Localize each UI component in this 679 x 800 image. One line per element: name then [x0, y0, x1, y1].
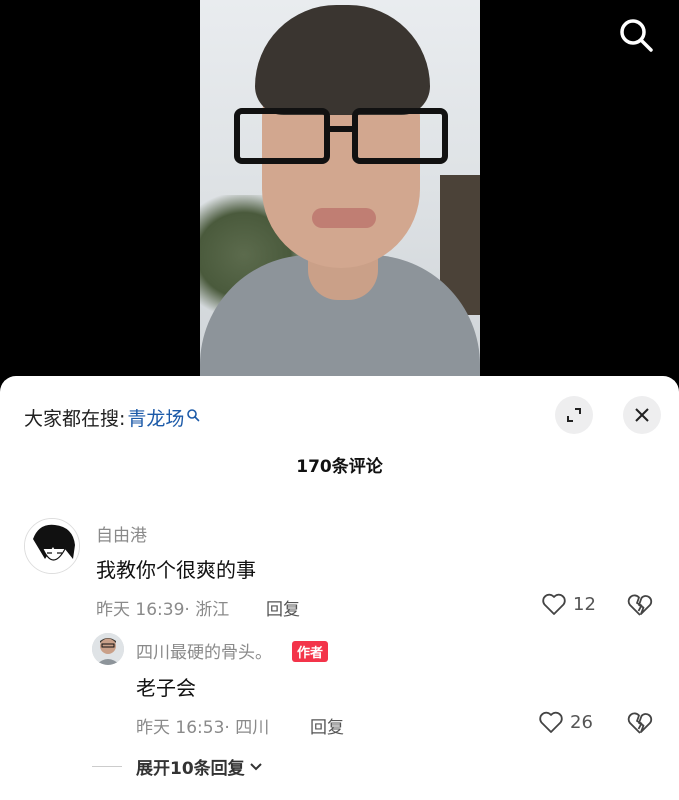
- search-suggestion-prefix: 大家都在搜:: [24, 408, 126, 430]
- comment-time: 昨天 16:39: [96, 600, 185, 620]
- reply-button[interactable]: 回复: [266, 595, 300, 620]
- search-suggestion[interactable]: 大家都在搜: 青龙场: [24, 404, 200, 431]
- chevron-down-icon: [249, 762, 262, 770]
- comment-meta: 昨天 16:39· 浙江: [96, 595, 229, 620]
- reply-reply-button[interactable]: 回复: [310, 713, 344, 738]
- reply-time: 昨天 16:53: [136, 718, 225, 738]
- comment-username[interactable]: 自由港: [96, 521, 147, 546]
- heart-outline-icon: [539, 711, 563, 733]
- like-button[interactable]: 12: [541, 592, 596, 616]
- reply-dislike-button[interactable]: [626, 710, 654, 738]
- heart-outline-icon: [542, 593, 566, 615]
- avatar[interactable]: [24, 518, 80, 574]
- comment-location: · 浙江: [184, 600, 230, 620]
- search-suggestion-keyword[interactable]: 青龙场: [127, 404, 184, 431]
- divider: [92, 766, 122, 767]
- expand-button[interactable]: [555, 396, 593, 434]
- reply-text: 老子会: [136, 676, 196, 700]
- reply-avatar[interactable]: [92, 633, 124, 665]
- person-mouth: [312, 208, 376, 228]
- video-frame: [200, 0, 480, 378]
- like-count: 12: [573, 593, 596, 615]
- expand-icon: [567, 408, 581, 422]
- author-badge: 作者: [292, 641, 329, 662]
- reply-username[interactable]: 四川最硬的骨头。: [136, 638, 272, 663]
- person-avatar-icon: [92, 633, 124, 665]
- person-glasses: [234, 108, 450, 166]
- expand-replies-button[interactable]: 展开10条回复: [136, 754, 263, 779]
- reply-like-button[interactable]: 26: [538, 710, 593, 734]
- search-button[interactable]: [617, 16, 655, 54]
- broken-heart-icon: [627, 712, 653, 734]
- comment-sheet: 大家都在搜: 青龙场 170条评论 自由港 我教你个很爽的事 昨天 16:39·…: [0, 376, 679, 800]
- reply-like-count: 26: [570, 711, 593, 733]
- broken-heart-icon: [627, 594, 653, 616]
- comment-text: 我教你个很爽的事: [96, 558, 256, 582]
- reply-meta: 昨天 16:53· 四川: [136, 713, 269, 738]
- anime-avatar-icon: [25, 519, 79, 573]
- expand-replies-label: 展开10条回复: [136, 759, 245, 779]
- close-icon: [635, 408, 649, 422]
- reply-location: · 四川: [224, 718, 270, 738]
- person-hair: [255, 5, 430, 115]
- video-player[interactable]: [0, 0, 679, 378]
- close-button[interactable]: [623, 396, 661, 434]
- comment-count: 170条评论: [296, 457, 383, 477]
- dislike-button[interactable]: [626, 592, 654, 620]
- search-icon: [620, 19, 653, 52]
- search-small-icon: [187, 408, 200, 421]
